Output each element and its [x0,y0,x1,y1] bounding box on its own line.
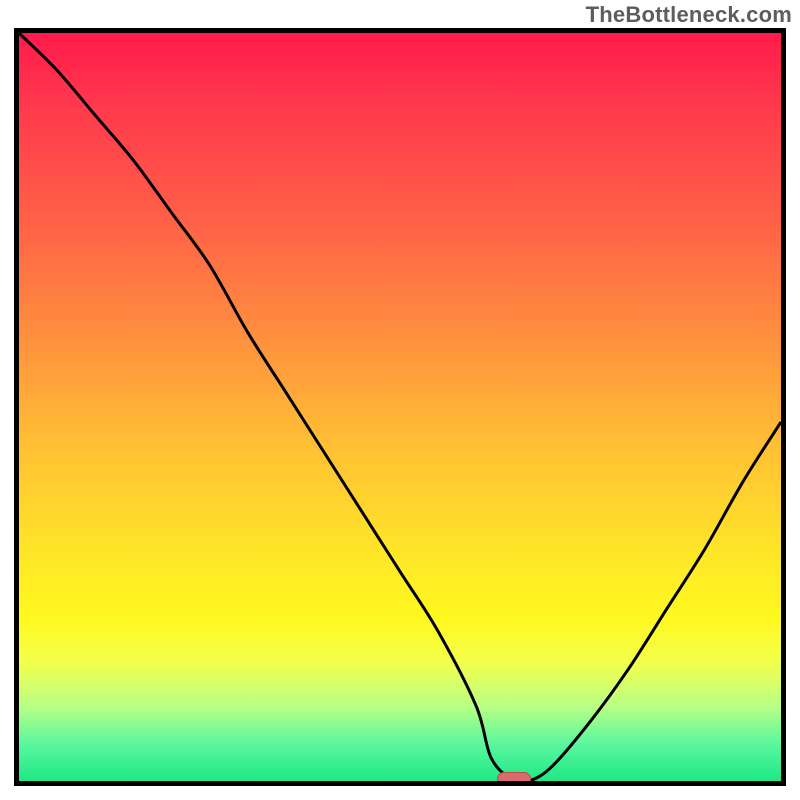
bottleneck-curve [19,33,781,781]
plot-area [14,28,786,786]
chart-frame: TheBottleneck.com [0,0,800,800]
optimal-config-marker [497,772,531,786]
bottleneck-curve-path [19,33,781,781]
watermark-text: TheBottleneck.com [586,2,792,28]
